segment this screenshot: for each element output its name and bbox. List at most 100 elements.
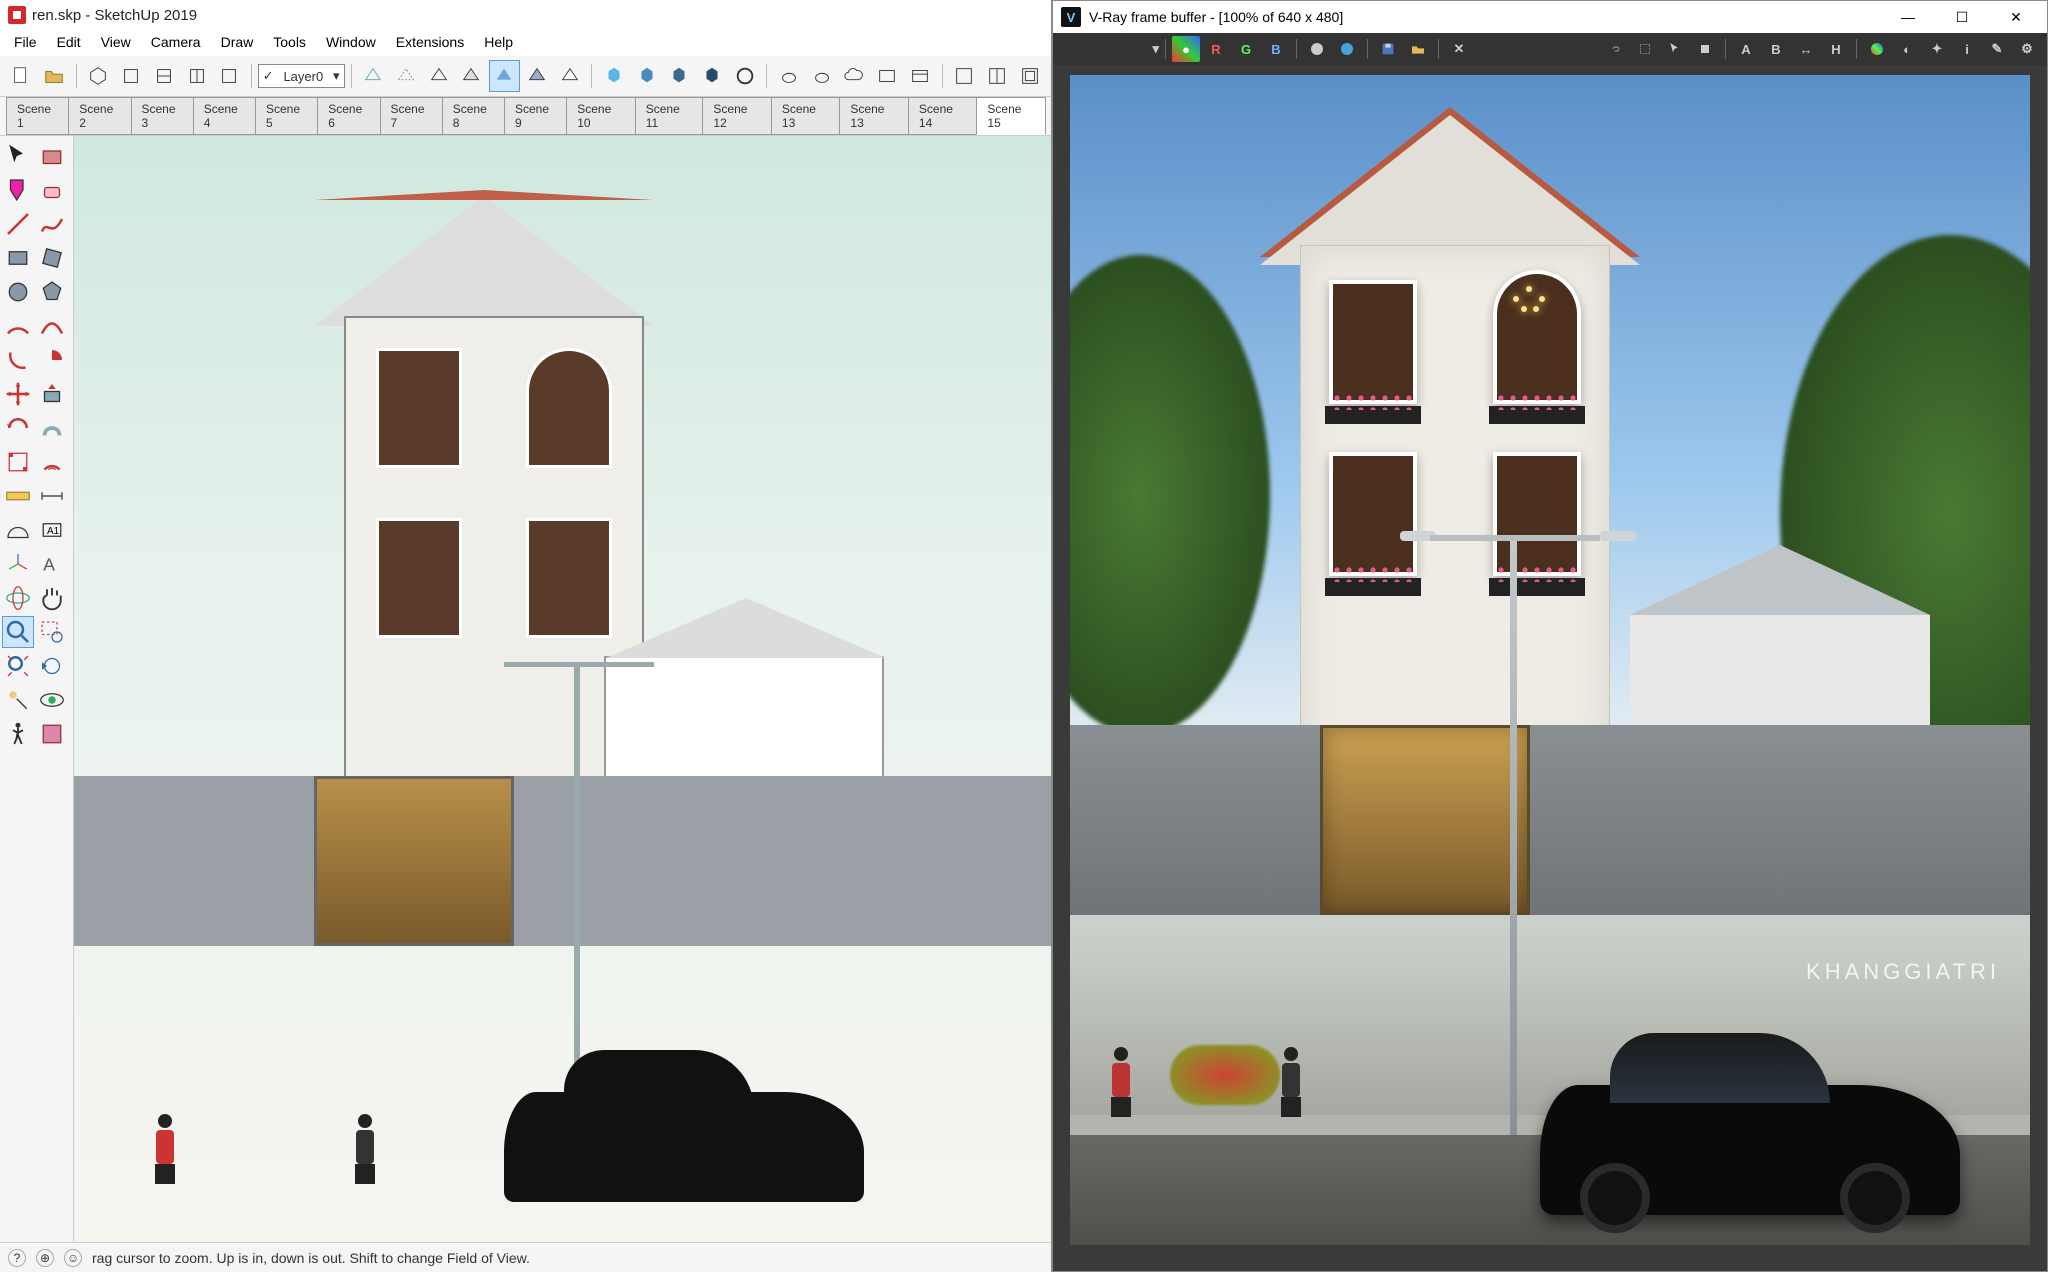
followme-icon[interactable]: [36, 412, 68, 444]
protractor-icon[interactable]: [2, 514, 34, 546]
style-mono-icon[interactable]: [555, 60, 586, 92]
scene-tab-11[interactable]: Scene 11: [635, 97, 704, 135]
walk-icon[interactable]: [2, 718, 34, 750]
color-correct-icon[interactable]: [1863, 36, 1891, 62]
scene-tab-7[interactable]: Scene 7: [380, 97, 443, 135]
vray-cloud-icon[interactable]: [697, 60, 728, 92]
mono-dot-icon[interactable]: [1303, 36, 1331, 62]
scene-tab-5[interactable]: Scene 5: [255, 97, 318, 135]
right-icon[interactable]: [181, 60, 212, 92]
top-icon[interactable]: [115, 60, 146, 92]
3dtext-icon[interactable]: A: [36, 548, 68, 580]
select-icon[interactable]: [2, 140, 34, 172]
scene-tab-6[interactable]: Scene 6: [317, 97, 380, 135]
color-clamp-icon[interactable]: ◐: [1893, 36, 1921, 62]
text-icon[interactable]: A1: [36, 514, 68, 546]
rgb-channel-icon[interactable]: ●: [1172, 36, 1200, 62]
menu-window[interactable]: Window: [316, 30, 386, 56]
look-around-icon[interactable]: [36, 684, 68, 716]
style-shaded-texture-icon[interactable]: [522, 60, 553, 92]
pan-icon[interactable]: [36, 582, 68, 614]
stop-icon[interactable]: [1691, 36, 1719, 62]
orbit-icon[interactable]: [2, 582, 34, 614]
menu-tools[interactable]: Tools: [263, 30, 316, 56]
teapot2-icon[interactable]: [806, 60, 837, 92]
rotate-icon[interactable]: [2, 412, 34, 444]
lens-fx-icon[interactable]: ✦: [1923, 36, 1951, 62]
panel3-icon[interactable]: [1014, 60, 1045, 92]
vray-render-icon[interactable]: [598, 60, 629, 92]
vray-viewport-icon[interactable]: [664, 60, 695, 92]
info-dot-icon[interactable]: [1333, 36, 1361, 62]
region-icon[interactable]: [1631, 36, 1659, 62]
history-b-icon[interactable]: B: [1762, 36, 1790, 62]
track-mouse-icon[interactable]: [1661, 36, 1689, 62]
link-icon[interactable]: [1601, 36, 1629, 62]
user-icon[interactable]: ☺: [64, 1249, 82, 1267]
circle-icon[interactable]: [2, 276, 34, 308]
compare-ab-icon[interactable]: ↔: [1792, 36, 1820, 62]
help-icon[interactable]: ?: [8, 1249, 26, 1267]
menu-draw[interactable]: Draw: [211, 30, 264, 56]
sketchup-titlebar[interactable]: ren.skp - SketchUp 2019: [0, 0, 1051, 30]
menu-extensions[interactable]: Extensions: [386, 30, 474, 56]
scene-tab-13b[interactable]: Scene 13: [839, 97, 909, 135]
open-icon[interactable]: [39, 60, 70, 92]
rect-rot-icon[interactable]: [36, 242, 68, 274]
channel-dropdown[interactable]: ▾: [1059, 36, 1159, 62]
teapot1-icon[interactable]: [773, 60, 804, 92]
menu-edit[interactable]: Edit: [47, 30, 91, 56]
axes-icon[interactable]: [2, 548, 34, 580]
vray-canvas[interactable]: KHANGGIATRI: [1053, 65, 2047, 1271]
tape-icon[interactable]: [2, 480, 34, 512]
open-icon[interactable]: [1404, 36, 1432, 62]
front-icon[interactable]: [148, 60, 179, 92]
polygon-icon[interactable]: [36, 276, 68, 308]
scene-tab-13[interactable]: Scene 13: [771, 97, 841, 135]
paint-icon[interactable]: [2, 174, 34, 206]
position-camera-icon[interactable]: [2, 684, 34, 716]
scene-tab-4[interactable]: Scene 4: [193, 97, 256, 135]
vray-asset-icon[interactable]: [730, 60, 761, 92]
scene-tab-14[interactable]: Scene 14: [908, 97, 978, 135]
style-xray-icon[interactable]: [358, 60, 389, 92]
zoom-icon[interactable]: [2, 616, 34, 648]
panel2-icon[interactable]: [981, 60, 1012, 92]
green-channel-button[interactable]: G: [1232, 36, 1260, 62]
settings-icon[interactable]: ⚙: [2013, 36, 2041, 62]
style-wireframe-icon[interactable]: [423, 60, 454, 92]
vray-titlebar[interactable]: V V-Ray frame buffer - [100% of 640 x 48…: [1053, 1, 2047, 33]
prev-view-icon[interactable]: [36, 650, 68, 682]
component-icon[interactable]: [36, 140, 68, 172]
minimize-button[interactable]: —: [1885, 1, 1931, 33]
scale-icon[interactable]: [2, 446, 34, 478]
iso-icon[interactable]: [83, 60, 114, 92]
pushpull-icon[interactable]: [36, 378, 68, 410]
vray-interactive-icon[interactable]: [631, 60, 662, 92]
red-channel-button[interactable]: R: [1202, 36, 1230, 62]
style-hidden-icon[interactable]: [456, 60, 487, 92]
layer-dropdown[interactable]: ✓ Layer0 ▾: [258, 64, 345, 88]
arc-icon[interactable]: [2, 310, 34, 342]
maximize-button[interactable]: ☐: [1939, 1, 1985, 33]
clear-icon[interactable]: ✕: [1445, 36, 1473, 62]
panel1-icon[interactable]: [948, 60, 979, 92]
scene-tab-12[interactable]: Scene 12: [702, 97, 772, 135]
frame-icon[interactable]: [872, 60, 903, 92]
menu-file[interactable]: File: [4, 30, 47, 56]
arc2-icon[interactable]: [36, 310, 68, 342]
rectangle-icon[interactable]: [2, 242, 34, 274]
scene-tab-3[interactable]: Scene 3: [131, 97, 194, 135]
zoom-extents-icon[interactable]: [2, 650, 34, 682]
scene-tab-8[interactable]: Scene 8: [442, 97, 505, 135]
scene-tab-2[interactable]: Scene 2: [68, 97, 131, 135]
new-icon[interactable]: [6, 60, 37, 92]
pixel-info-icon[interactable]: i: [1953, 36, 1981, 62]
batch-icon[interactable]: [905, 60, 936, 92]
geo-icon[interactable]: ⊕: [36, 1249, 54, 1267]
sketchup-viewport[interactable]: [74, 136, 1051, 1242]
zoom-window-icon[interactable]: [36, 616, 68, 648]
color-picker-icon[interactable]: ✎: [1983, 36, 2011, 62]
scene-tab-15[interactable]: Scene 15: [976, 97, 1046, 135]
menu-view[interactable]: View: [91, 30, 141, 56]
